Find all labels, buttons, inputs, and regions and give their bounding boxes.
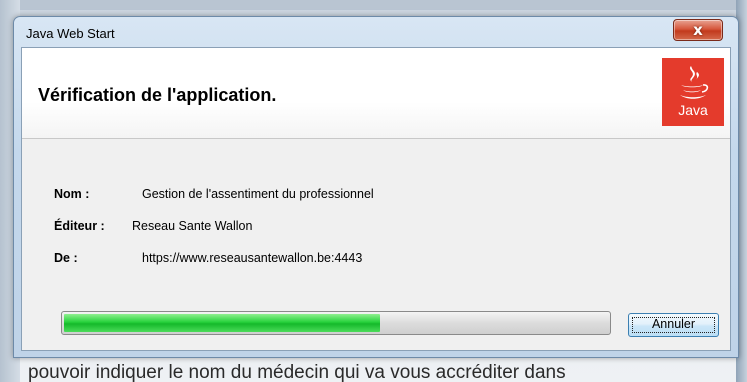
publisher-value: Reseau Sante Wallon <box>132 219 253 233</box>
java-logo-text: Java <box>678 102 708 118</box>
detail-row-publisher: Éditeur : Reseau Sante Wallon <box>54 219 654 237</box>
from-label: De : <box>54 251 78 265</box>
title-bar[interactable]: Java Web Start x <box>14 17 738 47</box>
detail-row-from: De : https://www.reseausantewallon.be:44… <box>54 251 654 269</box>
progress-fill <box>64 314 380 332</box>
close-button[interactable]: x <box>673 19 723 41</box>
close-icon: x <box>693 21 703 39</box>
application-details: Nom : Gestion de l'assentiment du profes… <box>22 139 730 265</box>
publisher-label: Éditeur : <box>54 219 105 233</box>
cancel-button[interactable]: Annuler <box>628 313 719 337</box>
java-logo: Java <box>662 58 724 126</box>
focus-rectangle <box>632 317 715 333</box>
background-page-text: pouvoir indiquer le nom du médecin qui v… <box>28 362 566 382</box>
header-title: Vérification de l'application. <box>38 85 277 105</box>
background-top-strip <box>20 0 747 10</box>
name-label: Nom : <box>54 187 90 201</box>
dialog-header: Vérification de l'application. Java <box>22 48 730 139</box>
dialog-content: Vérification de l'application. Java Nom … <box>21 47 731 351</box>
java-cup-icon <box>680 66 709 99</box>
from-value: https://www.reseausantewallon.be:4443 <box>142 251 363 265</box>
verification-progress-bar <box>61 311 611 335</box>
detail-row-name: Nom : Gestion de l'assentiment du profes… <box>54 187 654 205</box>
window-title: Java Web Start <box>26 26 115 41</box>
java-web-start-dialog: Java Web Start x Vérification de l'appli… <box>13 16 739 358</box>
name-value: Gestion de l'assentiment du professionne… <box>142 187 374 201</box>
